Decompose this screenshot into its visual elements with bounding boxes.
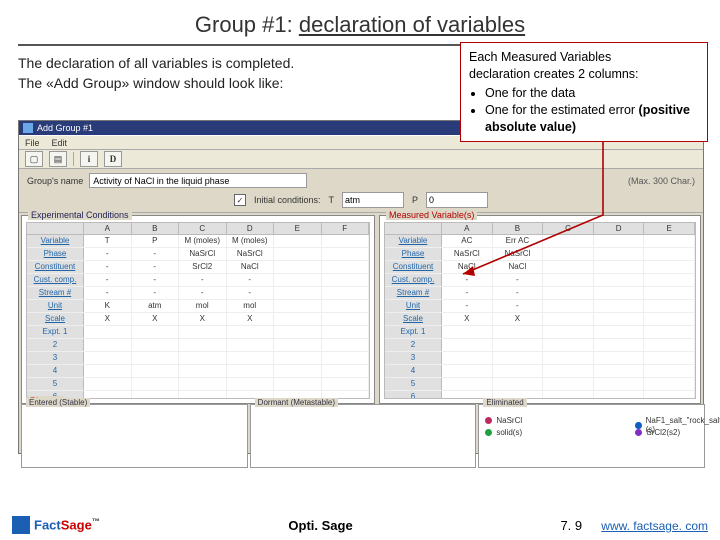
footer-url[interactable]: www. factsage. com xyxy=(601,519,708,533)
callout-arrow xyxy=(408,120,668,300)
toolbar-d-button[interactable]: D xyxy=(104,151,122,167)
phases-entered: Entered (Stable) xyxy=(21,404,248,468)
factsage-logo: FactSage™ xyxy=(12,516,100,534)
toolbar-button-1[interactable]: ▢ xyxy=(25,151,43,167)
window-icon xyxy=(23,123,33,133)
slide-footer: FactSage™ Opti. Sage 7. 9 www. factsage.… xyxy=(0,516,720,534)
menu-edit[interactable]: Edit xyxy=(52,138,68,148)
pane-experimental-conditions: Experimental Conditions ABCDEFVariableTP… xyxy=(21,215,375,404)
initial-conditions-checkbox[interactable]: ✓ xyxy=(234,194,246,206)
grid-left[interactable]: ABCDEFVariableTPM (moles)M (moles)Phase-… xyxy=(26,222,370,399)
phases-eliminated: Eliminated NaSrClNaF1_salt_"rock_salt"(s… xyxy=(478,404,705,468)
phases-dormant: Dormant (Metastable) xyxy=(250,404,477,468)
ic-t-input[interactable] xyxy=(342,192,404,208)
group-name-input[interactable] xyxy=(89,173,307,188)
toolbar-button-2[interactable]: ▤ xyxy=(49,151,67,167)
callout-note: Each Measured Variables declaration crea… xyxy=(460,42,708,142)
phases-frame: Phases Entered (Stable) Dormant (Metasta… xyxy=(21,404,705,468)
menu-file[interactable]: File xyxy=(25,138,40,148)
slide-title: Group #1: declaration of variables xyxy=(0,0,720,42)
toolbar-info-button[interactable]: i xyxy=(80,151,98,167)
